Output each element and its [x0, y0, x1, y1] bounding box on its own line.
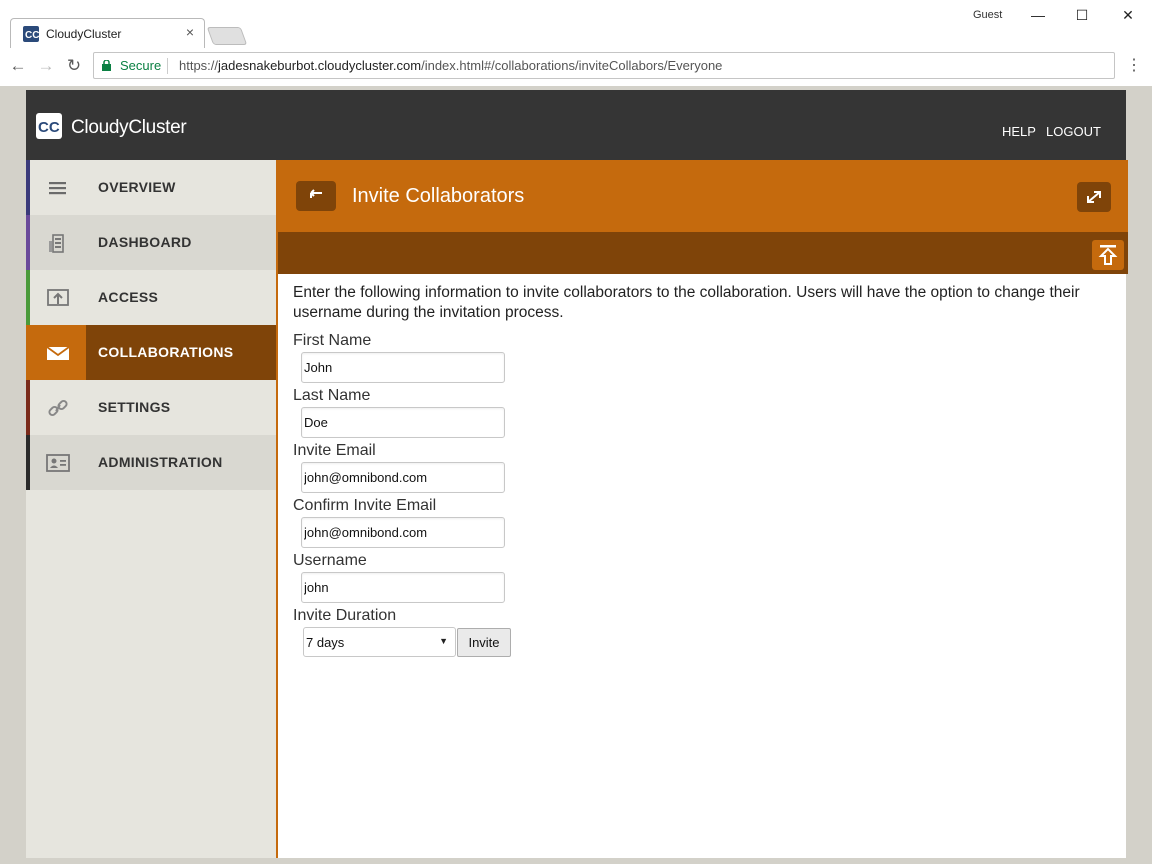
expand-button[interactable]: [1077, 182, 1111, 212]
profile-label[interactable]: Guest: [973, 9, 1002, 21]
sidebar-item-label: SETTINGS: [98, 399, 171, 415]
address-bar[interactable]: Secure https://jadesnakeburbot.cloudyclu…: [93, 52, 1115, 79]
sidebar: OVERVIEW DASHBOARD ACCESS COLLABORATIONS…: [26, 160, 276, 858]
first-name-field[interactable]: [301, 352, 505, 383]
url-scheme: https://: [179, 58, 219, 73]
sidebar-item-accent-bar: [26, 435, 30, 490]
dropdown-arrow-icon: ▼: [439, 636, 448, 646]
tab-close-icon[interactable]: ×: [186, 24, 194, 40]
sidebar-item-accent-bar: [26, 215, 30, 270]
upload-button[interactable]: [1092, 240, 1124, 270]
last-name-field[interactable]: [301, 407, 505, 438]
secure-label: Secure: [120, 58, 162, 73]
omnibox-divider: [167, 58, 168, 74]
minimize-icon[interactable]: —: [1018, 3, 1058, 27]
url-path: /index.html#/collaborations/inviteCollab…: [421, 58, 723, 73]
link-icon: [48, 399, 68, 417]
sidebar-item-label: ACCESS: [98, 289, 159, 305]
close-window-icon[interactable]: ✕: [1108, 3, 1148, 27]
invite-email-label: Invite Email: [293, 442, 376, 459]
invite-duration-value: 7 days: [306, 635, 345, 650]
confirm-email-field[interactable]: [301, 517, 505, 548]
envelope-icon: [46, 346, 70, 360]
invite-button[interactable]: Invite: [457, 628, 511, 657]
menu-icon: [49, 182, 66, 195]
sidebar-item-label: DASHBOARD: [98, 234, 192, 250]
page-title: Invite Collaborators: [352, 185, 525, 207]
first-name-label: First Name: [293, 332, 372, 349]
confirm-email-label: Confirm Invite Email: [293, 497, 437, 514]
username-label: Username: [293, 552, 367, 569]
forward-arrow-icon[interactable]: →: [34, 54, 58, 78]
sidebar-item-settings[interactable]: SETTINGS: [26, 380, 276, 435]
logout-link[interactable]: LOGOUT: [1046, 124, 1101, 139]
browser-tab[interactable]: CC CloudyCluster ×: [10, 18, 205, 48]
main-content: Invite Collaborators Enter the following…: [276, 160, 1128, 858]
back-button[interactable]: [296, 181, 336, 211]
svg-text:CC: CC: [38, 119, 60, 136]
tab-title: CloudyCluster: [46, 27, 122, 41]
sidebar-item-collaborations[interactable]: COLLABORATIONS: [26, 325, 276, 380]
new-tab-button[interactable]: [206, 27, 248, 45]
maximize-icon[interactable]: ☐: [1062, 3, 1102, 27]
sidebar-item-overview[interactable]: OVERVIEW: [26, 160, 276, 215]
expand-icon: [1087, 191, 1101, 203]
page-background: CC CloudyCluster HELP LOGOUT OVERVIEW DA…: [0, 86, 1152, 864]
browser-toolbar: ← → ↻ Secure https://jadesnakeburbot.clo…: [0, 48, 1152, 86]
content-titlebar: Invite Collaborators: [278, 160, 1128, 232]
sidebar-item-administration[interactable]: ADMINISTRATION: [26, 435, 276, 490]
back-arrow-icon: [310, 189, 322, 198]
brand-name: CloudyCluster: [71, 117, 187, 138]
reload-icon[interactable]: ↻: [62, 54, 86, 78]
sidebar-item-label: ADMINISTRATION: [98, 454, 223, 470]
intro-text: Enter the following information to invit…: [293, 284, 1080, 321]
url-text: https://jadesnakeburbot.cloudycluster.co…: [179, 58, 722, 73]
browser-menu-icon[interactable]: ⋮: [1124, 54, 1144, 78]
sidebar-item-access[interactable]: ACCESS: [26, 270, 276, 325]
dashboard-icon: [49, 234, 64, 253]
url-host: jadesnakeburbot.cloudycluster.com: [218, 58, 422, 73]
username-field[interactable]: [301, 572, 505, 603]
app-header: CC CloudyCluster HELP LOGOUT: [26, 90, 1126, 160]
svg-text:CC: CC: [25, 30, 39, 41]
content-subbar: [278, 232, 1128, 274]
sidebar-item-accent-bar: [26, 380, 30, 435]
sidebar-item-accent-bar: [26, 270, 30, 325]
sidebar-item-accent-bar: [26, 160, 30, 215]
invite-duration-select[interactable]: 7 days ▼: [303, 627, 456, 657]
sidebar-item-dashboard[interactable]: DASHBOARD: [26, 215, 276, 270]
lock-icon: [102, 60, 111, 71]
access-icon: [47, 289, 69, 306]
id-card-icon: [46, 454, 70, 472]
last-name-label: Last Name: [293, 387, 371, 404]
sidebar-item-label: COLLABORATIONS: [98, 344, 234, 360]
upload-icon: [1098, 245, 1118, 265]
invite-duration-label: Invite Duration: [293, 607, 397, 624]
help-link[interactable]: HELP: [1002, 124, 1036, 139]
invite-email-field[interactable]: [301, 462, 505, 493]
cloudycluster-favicon-icon: CC: [23, 26, 39, 42]
cloudycluster-logo-icon: CC: [36, 113, 62, 139]
back-arrow-icon[interactable]: ←: [6, 54, 30, 78]
browser-chrome: CC CloudyCluster × Guest — ☐ ✕ ← → ↻ Sec…: [0, 0, 1152, 86]
sidebar-item-label: OVERVIEW: [98, 179, 176, 195]
tab-strip: CC CloudyCluster × Guest — ☐ ✕: [0, 0, 1152, 48]
